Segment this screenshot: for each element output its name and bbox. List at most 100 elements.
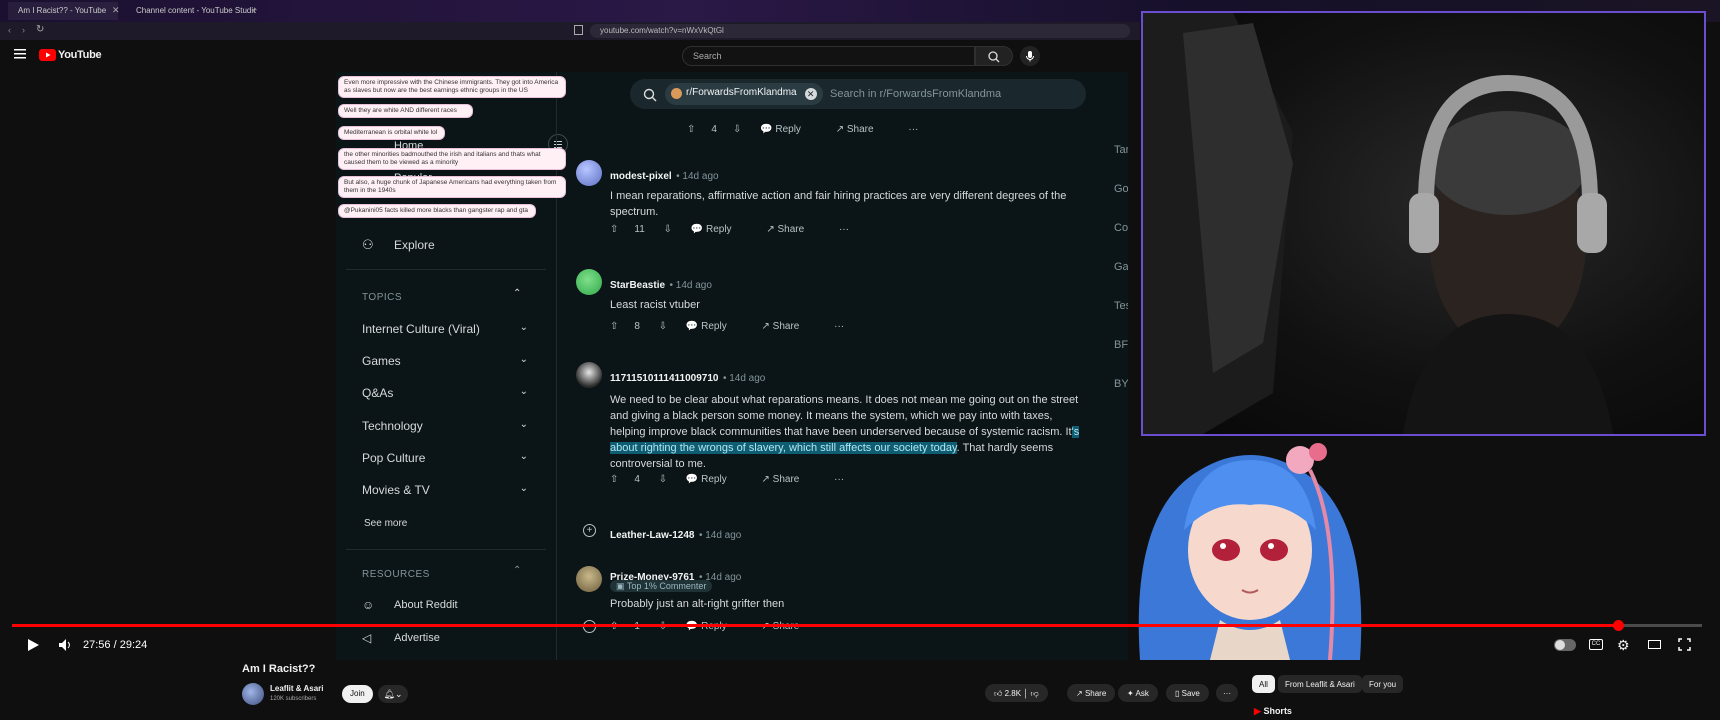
sidebar-item-topic[interactable]: Technology ⌄ xyxy=(362,419,532,439)
comment-author[interactable]: StarBeastie xyxy=(610,280,665,291)
bookmark-icon[interactable] xyxy=(574,25,583,35)
chip-all[interactable]: All xyxy=(1252,675,1275,693)
menu-icon[interactable] xyxy=(14,49,26,59)
share-button[interactable]: ↗ Share xyxy=(762,321,816,332)
chip-for-you[interactable]: For you xyxy=(1362,675,1404,693)
downvote-icon[interactable]: ⇩ xyxy=(664,224,672,235)
volume-button[interactable] xyxy=(58,638,72,652)
comment-author[interactable]: Leather-Law-1248 xyxy=(610,530,694,541)
sidebar-item-topic[interactable]: Pop Culture ⌄ xyxy=(362,451,532,471)
avatar[interactable] xyxy=(576,566,602,592)
reload-icon[interactable]: ↻ xyxy=(36,24,44,35)
upvote-icon[interactable]: ⇧ xyxy=(610,474,618,485)
tab-studio[interactable]: Channel content - YouTube Studio xyxy=(126,2,256,20)
youtube-logo-icon[interactable] xyxy=(39,49,56,61)
share-button[interactable]: ↗ Share xyxy=(1067,684,1116,702)
upvote-icon[interactable]: ⇧ xyxy=(610,321,618,332)
url-field[interactable]: youtube.com/watch?v=nWxVkQtGl xyxy=(590,24,1130,38)
chip-from-channel[interactable]: From Leaflit & Asari xyxy=(1278,675,1362,693)
theater-mode-icon[interactable] xyxy=(1648,640,1661,649)
downvote-icon[interactable]: ⇩ xyxy=(659,474,667,485)
share-button[interactable]: ↗ Share xyxy=(836,124,890,135)
sidebar-item-topic[interactable]: Q&As ⌄ xyxy=(362,386,532,406)
more-options-button[interactable]: ··· xyxy=(834,321,844,332)
captions-icon[interactable]: CC xyxy=(1589,639,1603,650)
more-options-button[interactable]: ··· xyxy=(834,474,844,485)
trending-item[interactable]: Good xyxy=(1114,183,1128,222)
current-time: 27:56 xyxy=(83,639,111,651)
expand-icon[interactable]: + xyxy=(583,524,596,537)
share-button[interactable]: ↗ Share xyxy=(762,474,816,485)
save-button[interactable]: ▯ Save xyxy=(1166,684,1209,702)
progress-fill xyxy=(12,624,1618,627)
comment-actions: ⇧ 8 ⇩ 💬 Reply ↗ Share ··· xyxy=(610,321,860,335)
avatar[interactable] xyxy=(576,160,602,186)
reply-button[interactable]: 💬 Reply xyxy=(686,474,743,485)
upvote-icon[interactable]: ⇧ xyxy=(687,124,695,135)
thumbs-down-icon[interactable]: 👎︎ xyxy=(1031,689,1039,698)
button-label: Reply xyxy=(701,321,727,332)
sidebar-item-label: About Reddit xyxy=(394,599,458,611)
sidebar-item-about-reddit[interactable]: ☺ About Reddit xyxy=(362,598,532,618)
plus-icon[interactable]: + xyxy=(252,5,257,15)
comment-text: We need to be clear about what reparatio… xyxy=(610,394,1079,438)
vote-count: 4 xyxy=(711,124,717,135)
button-label: Reply xyxy=(775,124,801,135)
upvote-icon[interactable]: ⇧ xyxy=(610,224,618,235)
youtube-logo-text[interactable]: YouTube xyxy=(58,49,102,61)
fullscreen-icon[interactable] xyxy=(1678,638,1691,651)
settings-gear-icon[interactable]: ⚙ xyxy=(1617,637,1630,654)
trending-item[interactable]: Tang xyxy=(1114,144,1128,183)
trending-item[interactable]: BYD xyxy=(1114,378,1128,417)
sidebar-item-label: Q&As xyxy=(362,386,394,400)
comment-actions: ⇧ 11 ⇩ 💬 Reply ↗ Share ··· xyxy=(610,224,865,238)
sidebar-item-topic[interactable]: Internet Culture (Viral) ⌄ xyxy=(362,322,532,342)
avatar[interactable] xyxy=(576,269,602,295)
back-icon[interactable]: ‹ xyxy=(8,25,11,35)
channel-name[interactable]: Leaflit & Asari xyxy=(270,684,324,693)
more-actions-button[interactable]: ··· xyxy=(1216,684,1238,702)
comment-author[interactable]: modest-pixel xyxy=(610,171,672,182)
badge-label: Top 1% Commenter xyxy=(626,581,707,591)
close-icon[interactable]: ✕ xyxy=(112,5,120,16)
see-more-link[interactable]: See more xyxy=(364,518,534,538)
forward-icon[interactable]: › xyxy=(22,25,25,35)
downvote-icon[interactable]: ⇩ xyxy=(659,321,667,332)
notification-bell-button[interactable]: 🔔︎⌄ xyxy=(378,685,408,703)
comment-author[interactable]: 11711510111411009710 xyxy=(610,373,718,384)
more-options-button[interactable]: ··· xyxy=(908,124,918,135)
downvote-icon[interactable]: ⇩ xyxy=(733,124,741,135)
sidebar-item-explore[interactable]: ⚇ Explore xyxy=(362,237,532,257)
more-options-button[interactable]: ··· xyxy=(839,224,849,235)
ask-button[interactable]: ✦ Ask xyxy=(1118,684,1158,702)
comments-column: ⇧ 4 ⇩ 💬 Reply ↗ Share ··· modest-pixel • 1… xyxy=(556,72,1128,660)
total-time: 29:24 xyxy=(119,639,148,651)
sidebar-item-topic[interactable]: Games ⌄ xyxy=(362,354,532,374)
trending-item[interactable]: Garfi xyxy=(1114,261,1128,300)
resources-header[interactable]: RESOURCES xyxy=(362,569,430,580)
mic-button[interactable] xyxy=(1020,46,1040,66)
search-button[interactable] xyxy=(975,46,1013,66)
trending-item[interactable]: Tesla xyxy=(1114,300,1128,339)
reply-button[interactable]: 💬 Reply xyxy=(691,224,748,235)
tab-youtube[interactable]: Am I Racist?? - YouTube xyxy=(8,2,118,20)
video-progress-bar[interactable] xyxy=(12,620,1702,631)
sidebar-item-topic[interactable]: Movies & TV ⌄ xyxy=(362,483,532,503)
url-text: youtube.com/watch?v=nWxVkQtGl xyxy=(600,26,724,35)
chevron-up-icon[interactable]: ⌃ xyxy=(513,565,521,576)
share-button[interactable]: ↗ Share xyxy=(766,224,820,235)
autoplay-toggle[interactable] xyxy=(1554,639,1576,651)
reply-button[interactable]: 💬 Reply xyxy=(686,321,743,332)
play-button[interactable] xyxy=(26,638,40,652)
time-display: 27:56 / 29:24 xyxy=(83,639,147,651)
chevron-up-icon[interactable]: ⌃ xyxy=(513,288,521,299)
trending-item[interactable]: BF6 xyxy=(1114,339,1128,378)
youtube-search-input[interactable]: Search xyxy=(682,46,975,66)
trending-item[interactable]: Coop xyxy=(1114,222,1128,261)
reply-button[interactable]: 💬 Reply xyxy=(760,124,817,135)
topics-header[interactable]: TOPICS xyxy=(362,292,402,303)
channel-avatar[interactable] xyxy=(242,683,264,705)
like-button[interactable]: 👍︎ 2.8K │ 👎︎ xyxy=(985,684,1048,702)
join-button[interactable]: Join xyxy=(342,685,373,703)
avatar[interactable] xyxy=(576,362,602,388)
